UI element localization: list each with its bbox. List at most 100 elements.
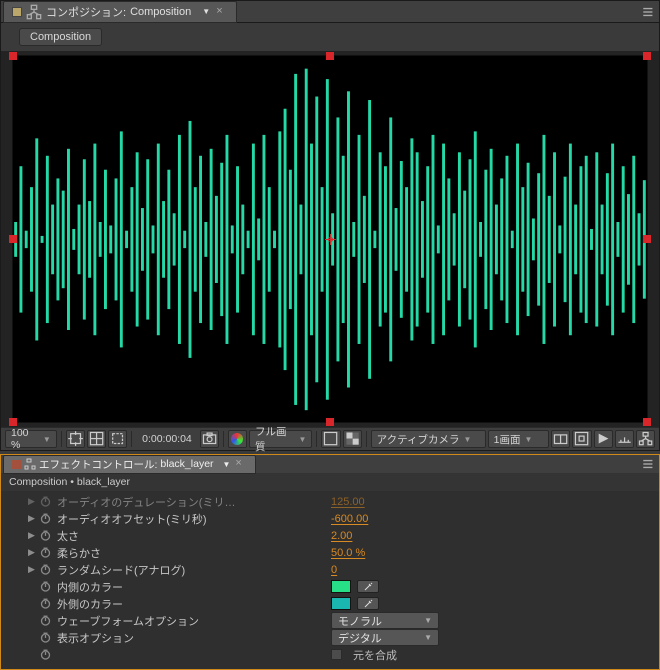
chevron-down-icon: ▼ <box>524 435 532 444</box>
breadcrumb-comp[interactable]: Composition <box>9 476 67 488</box>
display-dropdown[interactable]: デジタル ▼ <box>331 629 439 646</box>
stopwatch-icon[interactable] <box>40 598 51 609</box>
stopwatch-icon[interactable] <box>40 547 51 558</box>
grid-toggle-button[interactable] <box>87 430 106 448</box>
current-time[interactable]: 0:00:00:04 <box>136 433 198 445</box>
composite-checkbox[interactable] <box>331 649 342 660</box>
waveform-dropdown[interactable]: モノラル ▼ <box>331 612 439 629</box>
prop-display-option: 表示オプション デジタル ▼ <box>1 629 659 646</box>
effect-properties-list: ▶ オーディオのデュレーション(ミリ… 125.00 ▶ オーディオオフセット(… <box>1 491 659 669</box>
anchor-point-icon[interactable] <box>325 234 336 245</box>
eyedropper-button[interactable] <box>357 580 379 593</box>
breadcrumb-layer[interactable]: black_layer <box>77 476 130 488</box>
mask-toggle-button[interactable] <box>108 430 127 448</box>
pixel-aspect-button[interactable] <box>572 430 591 448</box>
share-view-button[interactable] <box>551 430 570 448</box>
twisty-icon[interactable]: ▶ <box>27 496 36 507</box>
timeline-button[interactable] <box>615 430 634 448</box>
prop-value[interactable]: 125.00 <box>331 496 365 508</box>
twisty-icon[interactable]: ▶ <box>27 513 36 524</box>
transform-handle-tc[interactable] <box>326 52 334 60</box>
prop-label: 表示オプション <box>57 630 134 646</box>
chevron-down-icon: ▼ <box>43 435 51 444</box>
viewer-footer: 100 % ▼ 0:00:00:04 フル画質 ▼ <box>1 427 659 450</box>
prop-label: ウェーブフォームオプション <box>57 613 199 629</box>
effect-controls-tab-prefix: エフェクトコントロール: <box>39 457 157 472</box>
prop-inner-color: 内側のカラー <box>1 578 659 595</box>
composition-tab[interactable]: コンポジション: Composition ▼ × <box>3 1 237 23</box>
prop-label: オーディオのデュレーション(ミリ… <box>57 494 235 510</box>
prop-value[interactable]: 2.00 <box>331 530 352 542</box>
effect-controls-panel: エフェクトコントロール: black_layer ▼ × Composition… <box>0 454 660 670</box>
stopwatch-icon[interactable] <box>40 530 51 541</box>
prop-label: 内側のカラー <box>57 579 123 595</box>
panel-menu-button[interactable] <box>641 4 657 20</box>
stopwatch-icon[interactable] <box>40 564 51 575</box>
effect-controls-tab[interactable]: エフェクトコントロール: black_layer ▼ × <box>3 455 256 474</box>
transform-handle-tr[interactable] <box>643 52 651 60</box>
flowchart-button[interactable] <box>636 430 655 448</box>
chevron-down-icon: ▼ <box>464 435 472 444</box>
composition-path-pill[interactable]: Composition <box>19 28 102 46</box>
stopwatch-icon[interactable] <box>40 615 51 626</box>
panel-menu-button[interactable] <box>641 456 657 472</box>
stopwatch-icon[interactable] <box>40 513 51 524</box>
transparency-grid-button[interactable] <box>343 430 362 448</box>
transform-handle-tl[interactable] <box>9 52 17 60</box>
effect-controls-tab-name: black_layer <box>160 458 213 470</box>
resolution-dropdown[interactable]: フル画質 ▼ <box>249 430 312 448</box>
prop-value[interactable]: -600.00 <box>331 513 368 525</box>
transform-handle-br[interactable] <box>643 418 651 426</box>
zoom-dropdown[interactable]: 100 % ▼ <box>5 430 57 448</box>
prop-outer-color: 外側のカラー <box>1 595 659 612</box>
eyedropper-button[interactable] <box>357 597 379 610</box>
chevron-down-icon: ▼ <box>424 633 432 642</box>
color-swatch-inner[interactable] <box>331 580 351 593</box>
prop-value[interactable]: 50.0 % <box>331 547 365 559</box>
reticle-button[interactable] <box>66 430 85 448</box>
close-tab-button[interactable]: × <box>235 458 247 470</box>
twisty-icon[interactable]: ▶ <box>27 547 36 558</box>
composition-viewer[interactable] <box>12 55 648 423</box>
chevron-down-icon[interactable]: ▼ <box>222 460 230 469</box>
transform-handle-mr[interactable] <box>643 235 651 243</box>
camera-dropdown[interactable]: アクティブカメラ ▼ <box>371 430 486 448</box>
chevron-down-icon: ▼ <box>424 616 432 625</box>
effect-controls-header: エフェクトコントロール: black_layer ▼ × <box>1 455 659 473</box>
twisty-icon[interactable]: ▶ <box>27 564 36 575</box>
chevron-down-icon: ▼ <box>299 435 307 444</box>
stopwatch-icon[interactable] <box>40 649 51 660</box>
dropdown-value: モノラル <box>338 613 382 629</box>
view-layout-value: 1画面 <box>494 432 521 447</box>
composition-tab-name: Composition <box>130 6 191 18</box>
transform-handle-bc[interactable] <box>326 418 334 426</box>
close-tab-button[interactable]: × <box>216 6 228 18</box>
prop-softness: ▶ 柔らかさ 50.0 % <box>1 544 659 561</box>
roi-button[interactable] <box>321 430 340 448</box>
prop-audio-offset: ▶ オーディオオフセット(ミリ秒) -600.00 <box>1 510 659 527</box>
dropdown-value: デジタル <box>338 630 382 646</box>
prop-random-seed: ▶ ランダムシード(アナログ) 0 <box>1 561 659 578</box>
composition-panel: コンポジション: Composition ▼ × Composition <box>0 0 660 451</box>
effect-controls-breadcrumb: Composition • black_layer <box>1 473 659 491</box>
view-layout-dropdown[interactable]: 1画面 ▼ <box>488 430 550 448</box>
composite-label: 元を合成 <box>353 647 397 663</box>
prop-label: 柔らかさ <box>57 545 101 561</box>
twisty-icon[interactable]: ▶ <box>27 530 36 541</box>
transform-handle-bl[interactable] <box>9 418 17 426</box>
chevron-down-icon[interactable]: ▼ <box>202 7 210 16</box>
camera-value: アクティブカメラ <box>377 432 460 447</box>
channel-button[interactable] <box>228 430 247 448</box>
transform-handle-ml[interactable] <box>9 235 17 243</box>
resolution-value: フル画質 <box>255 424 294 454</box>
prop-thickness: ▶ 太さ 2.00 <box>1 527 659 544</box>
fast-preview-button[interactable] <box>594 430 613 448</box>
stopwatch-icon[interactable] <box>40 496 51 507</box>
layer-color-chip <box>12 460 21 469</box>
color-swatch-outer[interactable] <box>331 597 351 610</box>
stopwatch-icon[interactable] <box>40 581 51 592</box>
snapshot-button[interactable] <box>200 430 219 448</box>
prop-waveform-option: ウェーブフォームオプション モノラル ▼ <box>1 612 659 629</box>
stopwatch-icon[interactable] <box>40 632 51 643</box>
prop-value[interactable]: 0 <box>331 564 337 576</box>
